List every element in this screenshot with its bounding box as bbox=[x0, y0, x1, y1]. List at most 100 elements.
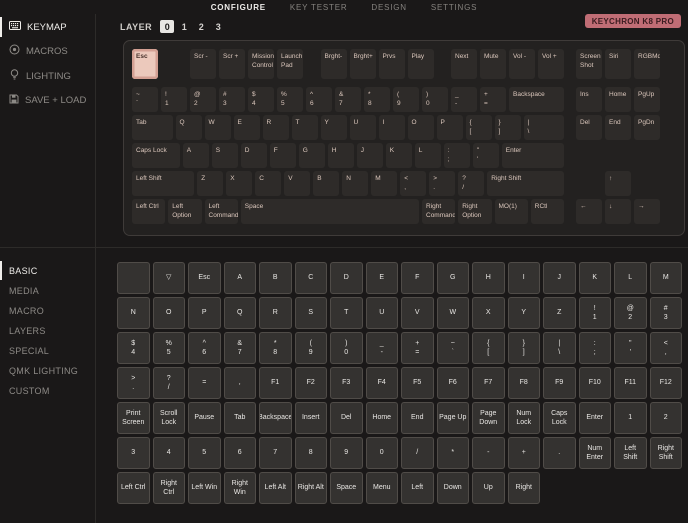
picker-key-3[interactable]: 3 bbox=[117, 437, 150, 469]
key-pgdn[interactable]: PgDn bbox=[634, 115, 660, 140]
picker-key-colon[interactable]: : ; bbox=[579, 332, 612, 364]
picker-key-6[interactable]: 6 bbox=[224, 437, 257, 469]
picker-key-f8[interactable]: F8 bbox=[508, 367, 541, 399]
key-plus[interactable]: + = bbox=[480, 87, 506, 112]
picker-key-9[interactable]: 9 bbox=[330, 437, 363, 469]
picker-key-0[interactable]: 0 bbox=[366, 437, 399, 469]
picker-key-f12[interactable]: F12 bbox=[650, 367, 683, 399]
key-esc[interactable]: Esc bbox=[132, 49, 158, 79]
picker-key-j[interactable]: J bbox=[543, 262, 576, 294]
picker-key-left-ctrl[interactable]: Left Ctrl bbox=[117, 472, 150, 504]
key-k[interactable]: K bbox=[386, 143, 412, 168]
picker-key-f7[interactable]: F7 bbox=[472, 367, 505, 399]
picker-tab-custom[interactable]: CUSTOM bbox=[0, 381, 95, 400]
key-brace-r[interactable]: } ] bbox=[495, 115, 521, 140]
key-t[interactable]: T bbox=[292, 115, 318, 140]
picker-key-z[interactable]: Z bbox=[543, 297, 576, 329]
key-quote[interactable]: " ' bbox=[473, 143, 499, 168]
picker-key-pause[interactable]: Pause bbox=[188, 402, 221, 434]
picker-key-esc[interactable]: Esc bbox=[188, 262, 221, 294]
picker-key-num-lock[interactable]: Num Lock bbox=[508, 402, 541, 434]
picker-key-right[interactable]: Right bbox=[508, 472, 541, 504]
picker-key-2[interactable]: 2 bbox=[650, 402, 683, 434]
layer-option-1[interactable]: 1 bbox=[177, 20, 191, 33]
picker-key-f9[interactable]: F9 bbox=[543, 367, 576, 399]
key-ins[interactable]: Ins bbox=[576, 87, 602, 112]
key-l[interactable]: L bbox=[415, 143, 441, 168]
picker-key-scroll-lock[interactable]: Scroll Lock bbox=[153, 402, 186, 434]
picker-key-f4[interactable]: F4 bbox=[366, 367, 399, 399]
key-scr-minus[interactable]: Scr - bbox=[190, 49, 216, 79]
key-tilde[interactable]: ~ ` bbox=[132, 87, 158, 112]
key-arrow-left[interactable]: ← bbox=[576, 199, 602, 224]
picker-key-c[interactable]: C bbox=[295, 262, 328, 294]
key-mo(1)[interactable]: MO(1) bbox=[495, 199, 528, 224]
key-arrow-right[interactable]: → bbox=[634, 199, 660, 224]
key-caps-lock[interactable]: Caps Lock bbox=[132, 143, 180, 168]
key-6[interactable]: ^ 6 bbox=[306, 87, 332, 112]
key-play[interactable]: Play bbox=[408, 49, 434, 79]
key-(-9[interactable]: ( 9 bbox=[393, 87, 419, 112]
picker-key-(-9[interactable]: ( 9 bbox=[295, 332, 328, 364]
key-vol-minus[interactable]: Vol - bbox=[509, 49, 535, 79]
picker-key-slash[interactable]: / bbox=[401, 437, 434, 469]
key-left-option[interactable]: Left Option bbox=[168, 199, 201, 224]
picker-key-k[interactable]: K bbox=[579, 262, 612, 294]
key-q[interactable]: Q bbox=[176, 115, 202, 140]
key-gt[interactable]: > . bbox=[429, 171, 455, 196]
picker-key-d[interactable]: D bbox=[330, 262, 363, 294]
picker-key-y[interactable]: Y bbox=[508, 297, 541, 329]
picker-key-tilde[interactable]: ~ ` bbox=[437, 332, 470, 364]
picker-key-page-down[interactable]: Page Down bbox=[472, 402, 505, 434]
picker-key-f6[interactable]: F6 bbox=[437, 367, 470, 399]
picker-key-none[interactable] bbox=[117, 262, 150, 294]
key-pgup[interactable]: PgUp bbox=[634, 87, 660, 112]
key-del[interactable]: Del bbox=[576, 115, 602, 140]
picker-key-symbol[interactable]: - bbox=[472, 437, 505, 469]
key-right-shift[interactable]: Right Shift bbox=[487, 171, 564, 196]
picker-key-a[interactable]: A bbox=[224, 262, 257, 294]
key-n[interactable]: N bbox=[342, 171, 368, 196]
picker-key-5[interactable]: 5 bbox=[188, 437, 221, 469]
picker-key-left-shift[interactable]: Left Shift bbox=[614, 437, 647, 469]
key-2[interactable]: @ 2 bbox=[190, 87, 216, 112]
picker-key-)-0[interactable]: ) 0 bbox=[330, 332, 363, 364]
picker-key-7[interactable]: 7 bbox=[259, 437, 292, 469]
layer-option-0[interactable]: 0 bbox=[160, 20, 174, 33]
picker-key-asterisk[interactable]: * bbox=[437, 437, 470, 469]
picker-key-insert[interactable]: Insert bbox=[295, 402, 328, 434]
key-w[interactable]: W bbox=[205, 115, 231, 140]
picker-key-o[interactable]: O bbox=[153, 297, 186, 329]
key-8[interactable]: * 8 bbox=[364, 87, 390, 112]
tab-key-tester[interactable]: KEY TESTER bbox=[290, 3, 348, 12]
picker-tab-basic[interactable]: BASIC bbox=[0, 261, 95, 280]
picker-key-pipe[interactable]: | \ bbox=[543, 332, 576, 364]
key-5[interactable]: % 5 bbox=[277, 87, 303, 112]
tab-settings[interactable]: SETTINGS bbox=[431, 3, 477, 12]
key-colon[interactable]: : ; bbox=[444, 143, 470, 168]
layer-option-3[interactable]: 3 bbox=[211, 20, 225, 33]
picker-tab-qmk-lighting[interactable]: QMK LIGHTING bbox=[0, 361, 95, 380]
picker-key-f10[interactable]: F10 bbox=[579, 367, 612, 399]
picker-key-quote[interactable]: " ' bbox=[614, 332, 647, 364]
picker-key-t[interactable]: T bbox=[330, 297, 363, 329]
key-arrow-down[interactable]: ↓ bbox=[605, 199, 631, 224]
picker-key-plus[interactable]: + bbox=[508, 437, 541, 469]
picker-key-brace-l[interactable]: { [ bbox=[472, 332, 505, 364]
key-g[interactable]: G bbox=[299, 143, 325, 168]
picker-key-f11[interactable]: F11 bbox=[614, 367, 647, 399]
picker-key-right-shift[interactable]: Right Shift bbox=[650, 437, 683, 469]
picker-key-tab[interactable]: Tab bbox=[224, 402, 257, 434]
key-a[interactable]: A bbox=[183, 143, 209, 168]
key-7[interactable]: & 7 bbox=[335, 87, 361, 112]
picker-key-enter[interactable]: Enter bbox=[579, 402, 612, 434]
picker-key-underscore[interactable]: _ - bbox=[366, 332, 399, 364]
key-rctl[interactable]: RCtl bbox=[531, 199, 564, 224]
key-m[interactable]: M bbox=[371, 171, 397, 196]
key-underscore[interactable]: _ - bbox=[451, 87, 477, 112]
key-tab[interactable]: Tab bbox=[132, 115, 173, 140]
picker-key-e[interactable]: E bbox=[366, 262, 399, 294]
key-i[interactable]: I bbox=[379, 115, 405, 140]
picker-key-equals[interactable]: = bbox=[188, 367, 221, 399]
picker-key-s[interactable]: S bbox=[295, 297, 328, 329]
